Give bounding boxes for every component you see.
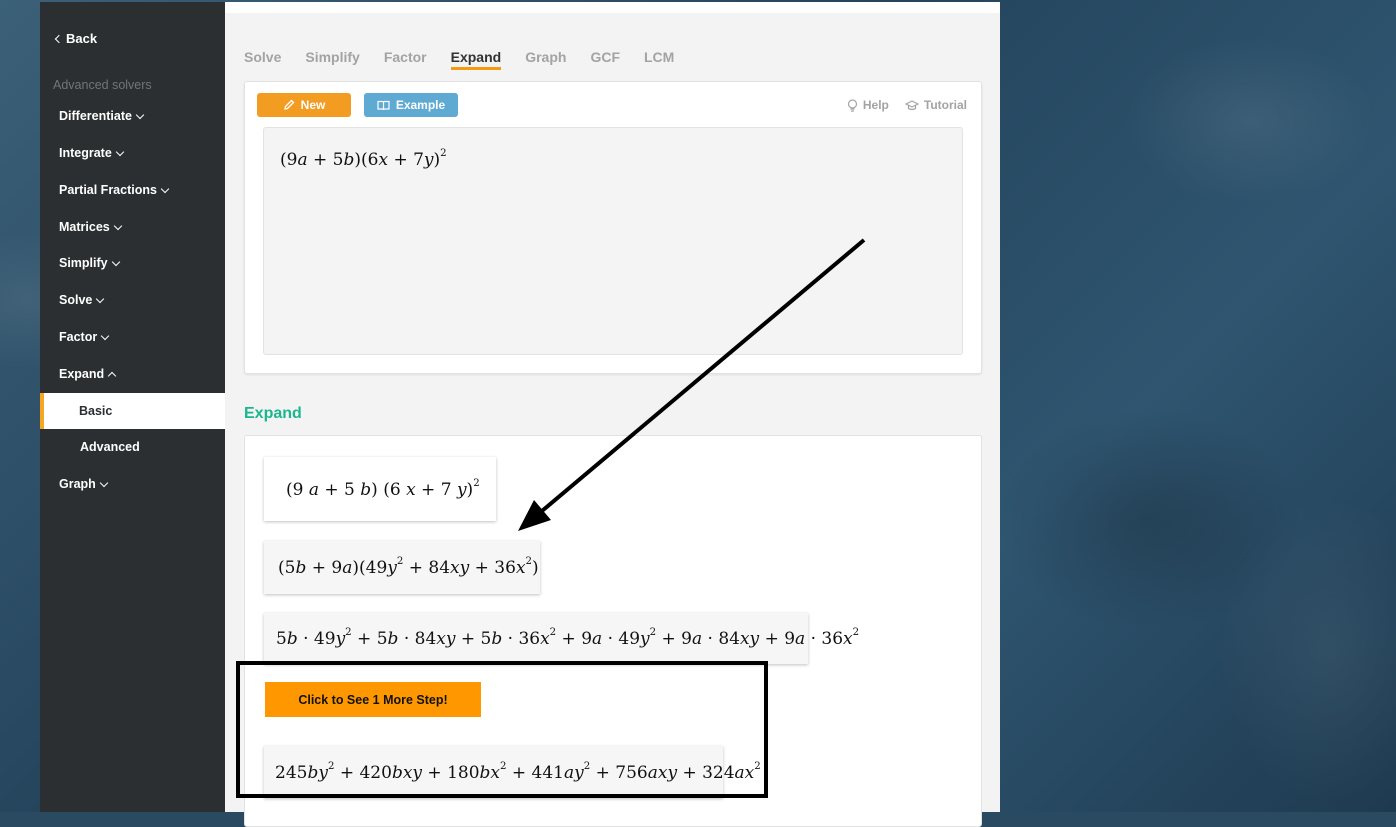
tab-lcm[interactable]: LCM bbox=[644, 49, 674, 70]
sidebar-item-factor[interactable]: Factor bbox=[59, 330, 110, 344]
more-steps-button[interactable]: Click to See 1 More Step! bbox=[265, 682, 481, 717]
tab-simplify[interactable]: Simplify bbox=[305, 49, 359, 70]
expression-input[interactable]: (9a + 5b)(6x + 7y)2 bbox=[263, 127, 963, 355]
sidebar-item-label: Matrices bbox=[59, 220, 110, 234]
result-title: Expand bbox=[244, 405, 302, 422]
sidebar: Back Advanced solvers Differentiate Inte… bbox=[40, 2, 225, 812]
tutorial-label: Tutorial bbox=[923, 98, 967, 112]
section-title: Advanced solvers bbox=[53, 78, 152, 92]
help-links: Help Tutorial bbox=[847, 98, 967, 112]
book-icon bbox=[377, 100, 390, 110]
sidebar-item-label: Differentiate bbox=[59, 109, 132, 123]
input-expression: (9a + 5b)(6x + 7y)2 bbox=[280, 148, 447, 171]
sidebar-item-graph[interactable]: Graph bbox=[59, 477, 109, 491]
sidebar-item-label: Partial Fractions bbox=[59, 183, 157, 197]
sidebar-item-simplify[interactable]: Simplify bbox=[59, 256, 120, 270]
top-strip bbox=[225, 2, 1000, 13]
chevron-down-icon bbox=[113, 221, 122, 230]
step-distributed: 5b · 49y2 + 5b · 84xy + 5b · 36x2 + 9a ·… bbox=[264, 613, 859, 664]
sidebar-item-label: Graph bbox=[59, 477, 96, 491]
tab-solve[interactable]: Solve bbox=[244, 49, 281, 70]
chevron-down-icon bbox=[135, 110, 145, 119]
tab-gcf[interactable]: GCF bbox=[590, 49, 620, 70]
sidebar-item-label: Simplify bbox=[59, 256, 108, 270]
chevron-down-icon bbox=[115, 147, 125, 156]
help-label: Help bbox=[862, 98, 889, 112]
pencil-icon bbox=[283, 99, 295, 110]
sidebar-subitem-advanced[interactable]: Advanced bbox=[80, 440, 140, 454]
tutorial-link[interactable]: Tutorial bbox=[904, 98, 967, 112]
step-factored: (5b + 9a)(49y2 + 84xy + 36x2) bbox=[264, 541, 540, 594]
graduation-cap-icon bbox=[904, 99, 919, 110]
main-panel: Solve Simplify Factor Expand Graph GCF L… bbox=[225, 2, 1000, 827]
sidebar-item-matrices[interactable]: Matrices bbox=[59, 220, 122, 234]
back-link[interactable]: Back bbox=[54, 31, 98, 46]
chevron-down-icon bbox=[99, 478, 109, 487]
input-card: New Example Help Tutorial (9a + 5b)(6x +… bbox=[244, 81, 982, 374]
sidebar-item-label: Integrate bbox=[59, 146, 112, 160]
chevron-left-icon bbox=[54, 34, 64, 43]
sidebar-item-expand[interactable]: Expand bbox=[59, 367, 117, 381]
tab-expand[interactable]: Expand bbox=[450, 49, 502, 70]
step-expression: 5b · 49y2 + 5b · 84xy + 5b · 36x2 + 9a ·… bbox=[276, 627, 860, 650]
tab-graph[interactable]: Graph bbox=[525, 49, 566, 70]
sidebar-item-partial-fractions[interactable]: Partial Fractions bbox=[59, 183, 170, 197]
new-button[interactable]: New bbox=[257, 93, 351, 117]
chevron-down-icon bbox=[96, 294, 105, 303]
step-original: (9 a + 5 b) (6 x + 7 y)2 bbox=[264, 457, 496, 521]
sidebar-item-label: Factor bbox=[59, 330, 98, 344]
step-expression: 245by2 + 420bxy + 180bx2 + 441ay2 + 756a… bbox=[275, 760, 761, 784]
sidebar-item-label: Solve bbox=[59, 293, 93, 307]
example-label: Example bbox=[395, 98, 446, 112]
result-card: (9 a + 5 b) (6 x + 7 y)2 (5b + 9a)(49y2 … bbox=[244, 435, 982, 827]
sidebar-item-differentiate[interactable]: Differentiate bbox=[59, 109, 145, 123]
solver-tabs: Solve Simplify Factor Expand Graph GCF L… bbox=[244, 49, 698, 70]
sidebar-item-label: Expand bbox=[59, 367, 105, 381]
sidebar-subitem-label: Basic bbox=[79, 404, 113, 418]
example-button[interactable]: Example bbox=[364, 93, 458, 117]
step-expression: (5b + 9a)(49y2 + 84xy + 36x2) bbox=[278, 556, 539, 579]
chevron-down-icon bbox=[111, 257, 120, 266]
tab-factor[interactable]: Factor bbox=[384, 49, 427, 70]
step-expression: (9 a + 5 b) (6 x + 7 y)2 bbox=[286, 477, 480, 501]
chevron-up-icon bbox=[107, 371, 117, 380]
lightbulb-icon bbox=[847, 98, 857, 112]
sidebar-item-integrate[interactable]: Integrate bbox=[59, 146, 125, 160]
step-final: 245by2 + 420bxy + 180bx2 + 441ay2 + 756a… bbox=[264, 746, 761, 798]
chevron-down-icon bbox=[100, 331, 110, 340]
chevron-down-icon bbox=[160, 184, 170, 193]
help-link[interactable]: Help bbox=[847, 98, 889, 112]
sidebar-item-solve[interactable]: Solve bbox=[59, 293, 105, 307]
sidebar-subitem-basic[interactable]: Basic bbox=[40, 393, 225, 429]
new-label: New bbox=[300, 98, 326, 112]
back-label: Back bbox=[66, 31, 98, 46]
